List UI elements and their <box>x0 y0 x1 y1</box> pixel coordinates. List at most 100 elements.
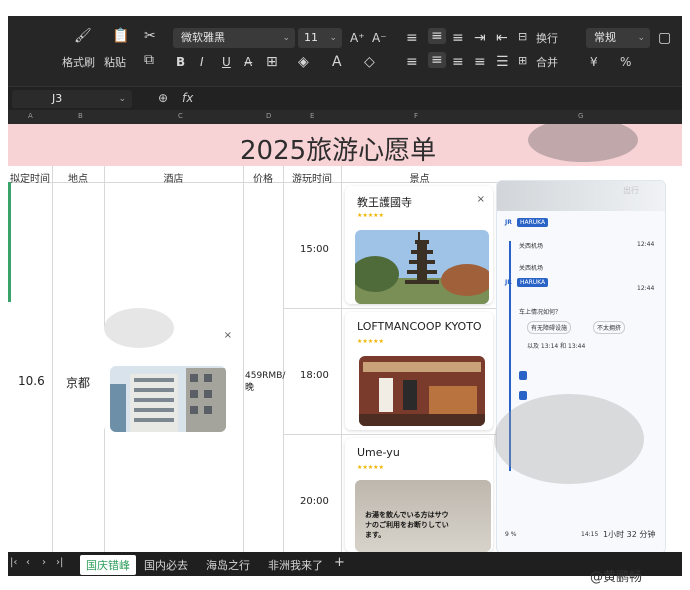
grid-line <box>283 434 498 435</box>
sheet-grid[interactable]: 2025旅游心愿单 拟定时间 地点 酒店 价格 游玩时间 景点 10.6 京都 … <box>8 124 682 552</box>
number-format-value: 常规 <box>594 31 616 44</box>
header-price: 价格 <box>253 174 273 185</box>
cell-time-3[interactable]: 20:00 <box>300 496 329 507</box>
scribble-overlay <box>104 308 174 348</box>
align-right-icon[interactable]: ≡ <box>452 54 464 70</box>
justify-icon[interactable]: ≡ <box>474 54 486 70</box>
chevron-down-icon: ⌄ <box>118 94 126 104</box>
attraction-name-2: LOFTMANCOOP KYOTO <box>357 320 482 333</box>
cell-time-1[interactable]: 15:00 <box>300 244 329 255</box>
header-location: 地点 <box>68 174 88 185</box>
header-date: 拟定时间 <box>10 174 50 185</box>
merge-icon[interactable]: ⊞ <box>518 53 527 69</box>
add-sheet-button[interactable]: + <box>334 555 345 570</box>
cell-location[interactable]: 京都 <box>66 374 90 391</box>
font-size-select[interactable]: 11 ⌄ <box>298 28 342 48</box>
align-left-icon[interactable]: ≡ <box>406 54 418 70</box>
outdent-icon[interactable]: ⇤ <box>496 30 508 46</box>
font-color-icon[interactable]: A <box>332 54 342 70</box>
function-icon[interactable]: fx <box>182 91 193 105</box>
clear-format-icon[interactable]: ◇ <box>364 54 375 70</box>
station-1: 关西机场 <box>519 243 544 250</box>
column-f[interactable]: F <box>414 112 418 120</box>
tab-island[interactable]: 海岛之行 <box>206 557 250 573</box>
column-b[interactable]: B <box>78 112 83 120</box>
zoom-icon[interactable]: ⊕ <box>158 91 168 105</box>
indent-icon[interactable]: ⇥ <box>474 30 486 46</box>
align-bottom-icon[interactable]: ≡ <box>452 30 464 46</box>
align-top-icon[interactable]: ≡ <box>406 30 418 46</box>
cut-icon[interactable]: ✂ <box>144 28 156 44</box>
option-accessible[interactable]: 有无障碍设施 <box>527 321 572 334</box>
cell-date[interactable]: 10.6 <box>18 374 45 388</box>
attraction-card-1[interactable]: 教王護國寺 × ★★★★★ <box>345 186 493 304</box>
prev-sheet-icon[interactable]: ‹ <box>26 557 30 568</box>
station-2-time: 12:44 <box>637 285 655 292</box>
column-c[interactable]: C <box>178 112 183 120</box>
grid-line <box>283 166 284 552</box>
tab-africa[interactable]: 非洲我来了 <box>268 557 323 573</box>
bold-button[interactable]: B <box>176 54 185 70</box>
sheet-tab-bar: |‹ ‹ › ›| 国庆错峰 国内必去 海岛之行 非洲我来了 + <box>8 552 682 576</box>
transfer-badge <box>519 391 527 400</box>
percent-button[interactable]: % <box>620 54 631 70</box>
attraction-card-3[interactable]: Ume-yu ★★★★★ お湯を飲んでいる方はサウナのご利用をお断りしています。 <box>345 438 493 552</box>
fill-color-icon[interactable]: ◈ <box>298 54 309 70</box>
route-question: 车上情况如何？ <box>519 309 562 316</box>
decrease-font-icon[interactable]: A⁻ <box>372 30 387 46</box>
align-middle-icon[interactable]: ≡ <box>428 28 446 44</box>
merge-button[interactable]: 合并 <box>536 54 558 70</box>
tab-domestic[interactable]: 国内必去 <box>144 557 188 573</box>
font-name-value: 微软雅黑 <box>181 31 225 44</box>
attraction-photo-3: お湯を飲んでいる方はサウナのご利用をお断りしています。 <box>355 480 491 552</box>
currency-button[interactable]: ¥ <box>590 54 598 70</box>
cell-time-2[interactable]: 18:00 <box>300 370 329 381</box>
close-icon[interactable]: × <box>224 330 232 341</box>
underline-button[interactable]: U <box>222 54 231 70</box>
last-sheet-icon[interactable]: ›| <box>56 557 63 568</box>
hotel-photo <box>110 366 226 432</box>
header-time: 游玩时间 <box>292 174 332 185</box>
arrive-time: 14:15 <box>581 531 599 538</box>
rating-stars: ★★★★★ <box>357 464 384 471</box>
attraction-card-2[interactable]: LOFTMANCOOP KYOTO ★★★★★ <box>345 312 493 430</box>
align-center-icon[interactable]: ≡ <box>428 52 446 68</box>
copy-icon[interactable]: ⧉ <box>144 52 154 68</box>
strikethrough-button[interactable]: A̶ <box>244 54 252 70</box>
font-name-select[interactable]: 微软雅黑 ⌄ <box>173 28 295 48</box>
chevron-down-icon: ⌄ <box>282 33 290 43</box>
conditional-format-icon[interactable]: ▢ <box>658 30 671 46</box>
increase-font-icon[interactable]: A⁺ <box>350 30 365 46</box>
column-d[interactable]: D <box>266 112 271 120</box>
italic-button[interactable]: I <box>200 54 204 70</box>
wrap-text-icon[interactable]: ⊟ <box>518 29 527 45</box>
next-sheet-icon[interactable]: › <box>42 557 46 568</box>
cell-ref: J3 <box>52 92 63 105</box>
phone-route-screenshot: 出行 JR HARUKA 关西机场 12:44 关西机场 JR HARUKA 1… <box>496 180 666 552</box>
scribble-overlay <box>494 394 644 484</box>
first-sheet-icon[interactable]: |‹ <box>10 557 17 568</box>
attraction-photo-1 <box>355 230 489 304</box>
option-crowd[interactable]: 不太拥挤 <box>593 321 626 334</box>
wrap-text-button[interactable]: 换行 <box>536 30 558 46</box>
cell-price[interactable]: 459RMB/晚 <box>245 370 285 394</box>
cell-name-box[interactable]: J3 ⌄ <box>12 90 132 108</box>
format-painter-label[interactable]: 格式刷 <box>62 54 95 70</box>
distribute-icon[interactable]: ☰ <box>496 54 509 70</box>
chevron-down-icon: ⌄ <box>329 33 337 43</box>
number-format-select[interactable]: 常规 ⌄ <box>586 28 650 48</box>
between-times: 以及 13:14 和 13:44 <box>527 343 586 350</box>
train-badge: HARUKA <box>517 278 549 287</box>
paste-label[interactable]: 粘贴 <box>104 54 126 70</box>
column-e[interactable]: E <box>310 112 314 120</box>
station-2: 关西机场 <box>519 265 544 272</box>
selection-accent <box>8 182 11 302</box>
column-g[interactable]: G <box>578 112 583 120</box>
border-icon[interactable]: ⊞ <box>266 54 278 70</box>
column-a[interactable]: A <box>28 112 33 120</box>
column-headers: A B C D E F G <box>8 110 682 124</box>
close-icon[interactable]: × <box>477 194 485 205</box>
tab-holiday[interactable]: 国庆错峰 <box>80 555 136 575</box>
format-painter-icon[interactable]: 🖌 <box>74 28 92 44</box>
paste-icon[interactable]: 📋 <box>112 28 129 44</box>
